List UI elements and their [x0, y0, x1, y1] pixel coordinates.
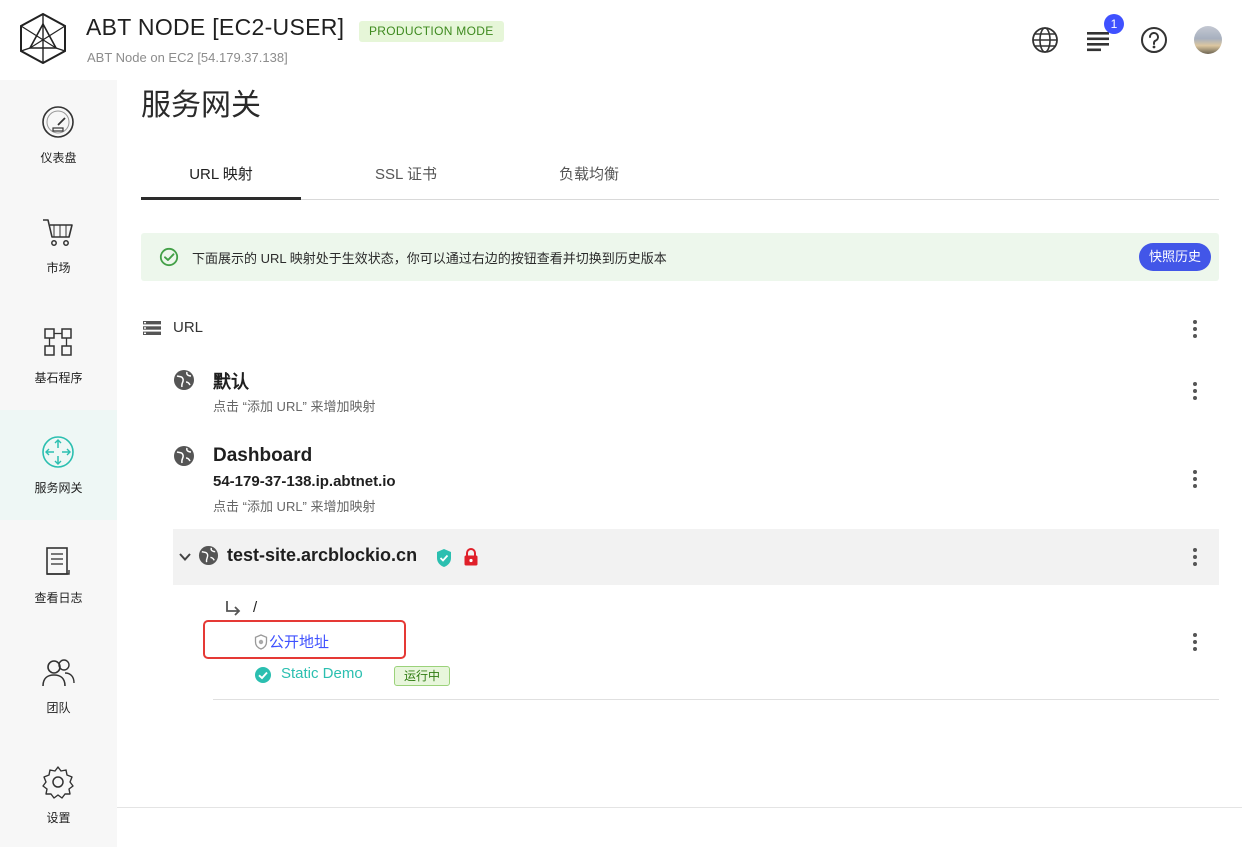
dashboard-gauge-icon: [42, 106, 74, 138]
gateway-icon: [42, 436, 74, 468]
sidebar-item-label: 设置: [46, 811, 71, 825]
chevron-down-icon[interactable]: [178, 550, 192, 564]
log-icon: [46, 547, 70, 575]
sidebar-item-label: 基石程序: [34, 371, 83, 385]
sidebar-item-label: 查看日志: [34, 591, 83, 605]
footer-divider: [117, 807, 1242, 808]
team-icon: [42, 659, 75, 687]
group-title-dashboard: Dashboard: [213, 445, 313, 466]
tab-load-balancing[interactable]: 负载均衡: [509, 152, 669, 200]
site-domain[interactable]: test-site.arcblockio.cn: [227, 545, 417, 566]
globe-icon[interactable]: [1029, 24, 1061, 56]
settings-gear-icon: [42, 766, 74, 799]
sidebar-item-dashboard[interactable]: 仪表盘: [0, 80, 117, 190]
app-header: ABT NODE [EC2-USER] PRODUCTION MODE ABT …: [0, 0, 1242, 80]
group-title-default: 默认: [213, 372, 249, 392]
check-circle-icon: [159, 247, 179, 267]
dashboard-domain[interactable]: 54-179-37-138.ip.abtnet.io: [213, 473, 396, 490]
url-section-label: URL: [173, 319, 204, 336]
notification-count-badge: 1: [1104, 14, 1124, 34]
more-options-icon[interactable]: [1185, 469, 1205, 489]
sidebar-item-label: 仪表盘: [40, 151, 77, 165]
more-options-icon[interactable]: [1185, 547, 1205, 567]
cart-icon: [43, 219, 73, 246]
user-avatar[interactable]: [1194, 26, 1222, 54]
active-mapping-alert: 下面展示的 URL 映射处于生效状态，你可以通过右边的按钮查看并切换到历史版本 …: [141, 233, 1219, 281]
snapshot-history-button[interactable]: 快照历史: [1138, 243, 1211, 271]
more-options-icon[interactable]: [1185, 319, 1205, 339]
app-name-link[interactable]: Static Demo: [281, 665, 363, 682]
production-mode-badge: PRODUCTION MODE: [359, 21, 504, 42]
page-title: 服务网关: [141, 89, 261, 122]
site-row[interactable]: test-site.arcblockio.cn: [173, 529, 1219, 585]
sidebar-item-gateway[interactable]: 服务网关: [0, 410, 117, 520]
sidebar-item-team[interactable]: 团队: [0, 630, 117, 740]
sidebar-item-label: 市场: [46, 261, 71, 275]
sidebar-item-market[interactable]: 市场: [0, 190, 117, 300]
lock-icon: [464, 548, 478, 566]
app-subtitle: ABT Node on EC2 [54.179.37.138]: [87, 50, 288, 65]
sidebar-item-logs[interactable]: 查看日志: [0, 520, 117, 630]
rule-path: /: [253, 599, 258, 616]
status-badge: 运行中: [394, 666, 451, 686]
globe-filled-icon: [198, 545, 219, 566]
more-options-icon[interactable]: [1185, 381, 1205, 401]
sidebar-item-blocklets[interactable]: 基石程序: [0, 300, 117, 410]
subdirectory-arrow-icon: [226, 601, 241, 616]
public-shield-icon: [254, 634, 268, 650]
globe-filled-icon: [174, 370, 194, 390]
alert-message: 下面展示的 URL 映射处于生效状态，你可以通过右边的按钮查看并切换到历史版本: [192, 251, 667, 266]
help-icon[interactable]: [1138, 24, 1170, 56]
sidebar-item-settings[interactable]: 设置: [0, 740, 117, 850]
abt-logo-icon: [20, 12, 66, 64]
tab-ssl-certificates[interactable]: SSL 证书: [326, 152, 486, 200]
app-title: ABT NODE [EC2-USER]: [86, 14, 345, 40]
sidebar-nav: 仪表盘 市场 基石程序 服务网关 查看日志 团队 设置: [0, 80, 117, 847]
public-address-link[interactable]: 公开地址: [269, 631, 329, 652]
blocklets-icon: [44, 328, 72, 356]
tab-url-mapping[interactable]: URL 映射: [141, 152, 301, 200]
sidebar-item-label: 团队: [46, 701, 71, 715]
check-circle-icon: [255, 667, 271, 683]
list-icon: [143, 321, 161, 335]
more-options-icon[interactable]: [1185, 632, 1205, 652]
group-hint: 点击 “添加 URL” 来增加映射: [213, 499, 376, 514]
globe-filled-icon: [174, 446, 194, 466]
tab-bar: URL 映射 SSL 证书 负载均衡: [141, 152, 1219, 200]
divider: [213, 699, 1219, 700]
group-hint: 点击 “添加 URL” 来增加映射: [213, 399, 376, 414]
verified-shield-icon: [437, 549, 451, 567]
sidebar-item-label: 服务网关: [34, 481, 83, 495]
